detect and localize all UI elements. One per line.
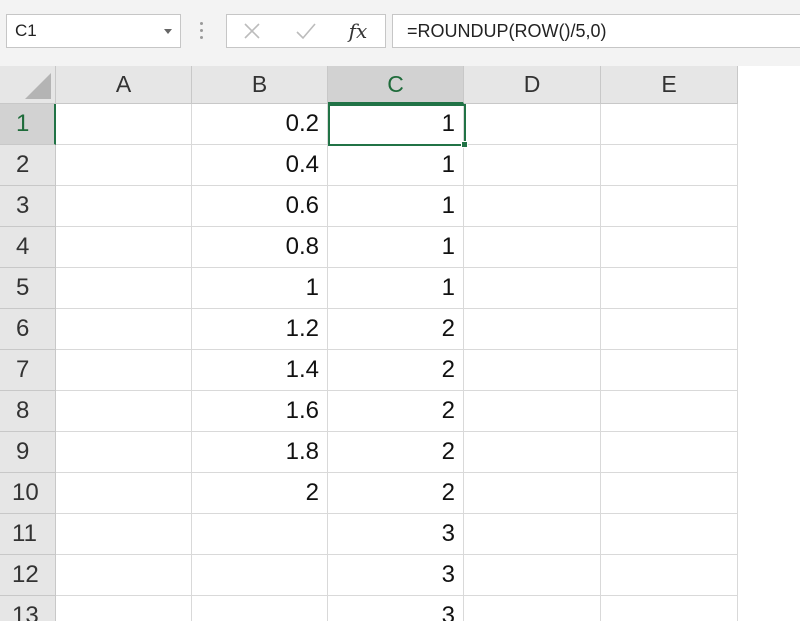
cell-c9[interactable]: 2 (328, 432, 464, 473)
column-header-c[interactable]: C (328, 66, 464, 104)
chevron-down-icon[interactable] (164, 29, 172, 34)
cell-b12[interactable] (192, 555, 328, 596)
cell-e11[interactable] (601, 514, 738, 555)
cell-d2[interactable] (464, 145, 601, 186)
select-all-button[interactable] (0, 66, 56, 104)
cell-b11[interactable] (192, 514, 328, 555)
cell-b2[interactable]: 0.4 (192, 145, 328, 186)
cancel-x-icon[interactable] (237, 18, 267, 44)
name-box[interactable]: C1 (6, 14, 181, 48)
cell-d4[interactable] (464, 227, 601, 268)
cell-b1[interactable]: 0.2 (192, 104, 328, 145)
cell-d6[interactable] (464, 309, 601, 350)
cell-c6[interactable]: 2 (328, 309, 464, 350)
row-header-3[interactable]: 3 (0, 186, 56, 227)
cell-a5[interactable] (56, 268, 192, 309)
cell-e4[interactable] (601, 227, 738, 268)
column-header-d[interactable]: D (464, 66, 601, 104)
cell-c10[interactable]: 2 (328, 473, 464, 514)
cell-d9[interactable] (464, 432, 601, 473)
cell-c2[interactable]: 1 (328, 145, 464, 186)
column-header-a[interactable]: A (56, 66, 192, 104)
cell-a3[interactable] (56, 186, 192, 227)
cell-c7[interactable]: 2 (328, 350, 464, 391)
cell-d5[interactable] (464, 268, 601, 309)
cell-a11[interactable] (56, 514, 192, 555)
cell-c1[interactable]: 1 (328, 104, 464, 145)
cell-e1[interactable] (601, 104, 738, 145)
cell-a13[interactable] (56, 596, 192, 621)
cell-a12[interactable] (56, 555, 192, 596)
cell-a10[interactable] (56, 473, 192, 514)
cell-d12[interactable] (464, 555, 601, 596)
cell-d11[interactable] (464, 514, 601, 555)
cell-b5[interactable]: 1 (192, 268, 328, 309)
cell-a8[interactable] (56, 391, 192, 432)
column-header-e[interactable]: E (601, 66, 738, 104)
cell-b3[interactable]: 0.6 (192, 186, 328, 227)
row-header-2[interactable]: 2 (0, 145, 56, 186)
cell-c8[interactable]: 2 (328, 391, 464, 432)
cell-e8[interactable] (601, 391, 738, 432)
row-header-4[interactable]: 4 (0, 227, 56, 268)
cell-d13[interactable] (464, 596, 601, 621)
formula-text: =ROUNDUP(ROW()/5,0) (407, 21, 607, 41)
formula-bar-row: C1 fx =ROUNDUP(ROW()/5,0) (0, 0, 800, 66)
select-all-triangle-icon (25, 73, 51, 99)
row-header-6[interactable]: 6 (0, 309, 56, 350)
cell-e6[interactable] (601, 309, 738, 350)
column-header-b[interactable]: B (192, 66, 328, 104)
cell-a6[interactable] (56, 309, 192, 350)
spreadsheet-window: C1 fx =ROUNDUP(ROW()/5,0) A B C D E 1 0.… (0, 0, 800, 621)
cell-a4[interactable] (56, 227, 192, 268)
cell-d10[interactable] (464, 473, 601, 514)
cell-c11[interactable]: 3 (328, 514, 464, 555)
cell-b8[interactable]: 1.6 (192, 391, 328, 432)
row-header-8[interactable]: 8 (0, 391, 56, 432)
cell-e10[interactable] (601, 473, 738, 514)
row-header-10[interactable]: 10 (0, 473, 56, 514)
grip-dots-icon[interactable] (200, 22, 203, 42)
cell-c13[interactable]: 3 (328, 596, 464, 621)
row-header-13[interactable]: 13 (0, 596, 56, 621)
formula-buttons: fx (226, 14, 386, 48)
cell-d1[interactable] (464, 104, 601, 145)
cell-e7[interactable] (601, 350, 738, 391)
cell-b13[interactable] (192, 596, 328, 621)
cell-e9[interactable] (601, 432, 738, 473)
cell-a2[interactable] (56, 145, 192, 186)
row-header-7[interactable]: 7 (0, 350, 56, 391)
cell-d8[interactable] (464, 391, 601, 432)
cell-c5[interactable]: 1 (328, 268, 464, 309)
cell-e2[interactable] (601, 145, 738, 186)
cell-a1[interactable] (56, 104, 192, 145)
row-header-9[interactable]: 9 (0, 432, 56, 473)
cell-e12[interactable] (601, 555, 738, 596)
cell-b10[interactable]: 2 (192, 473, 328, 514)
row-header-12[interactable]: 12 (0, 555, 56, 596)
fill-handle[interactable] (461, 141, 468, 148)
cell-b9[interactable]: 1.8 (192, 432, 328, 473)
cell-b6[interactable]: 1.2 (192, 309, 328, 350)
cell-e3[interactable] (601, 186, 738, 227)
cell-d7[interactable] (464, 350, 601, 391)
row-header-11[interactable]: 11 (0, 514, 56, 555)
cell-b4[interactable]: 0.8 (192, 227, 328, 268)
cell-c3[interactable]: 1 (328, 186, 464, 227)
checkmark-icon[interactable] (291, 18, 321, 44)
cell-c4[interactable]: 1 (328, 227, 464, 268)
cell-e13[interactable] (601, 596, 738, 621)
cell-d3[interactable] (464, 186, 601, 227)
formula-input[interactable]: =ROUNDUP(ROW()/5,0) (392, 14, 800, 48)
spreadsheet-grid: A B C D E 1 0.2 1 2 0.4 1 3 0.6 1 4 0.8 1 5 1 1 6 1.2 2 7 1.4 2 8 1… (0, 66, 800, 621)
name-box-value: C1 (15, 21, 37, 40)
cell-e5[interactable] (601, 268, 738, 309)
cell-a7[interactable] (56, 350, 192, 391)
row-header-1[interactable]: 1 (0, 104, 56, 145)
cell-c12[interactable]: 3 (328, 555, 464, 596)
cell-b7[interactable]: 1.4 (192, 350, 328, 391)
row-header-5[interactable]: 5 (0, 268, 56, 309)
insert-function-button[interactable]: fx (343, 18, 373, 44)
cell-a9[interactable] (56, 432, 192, 473)
